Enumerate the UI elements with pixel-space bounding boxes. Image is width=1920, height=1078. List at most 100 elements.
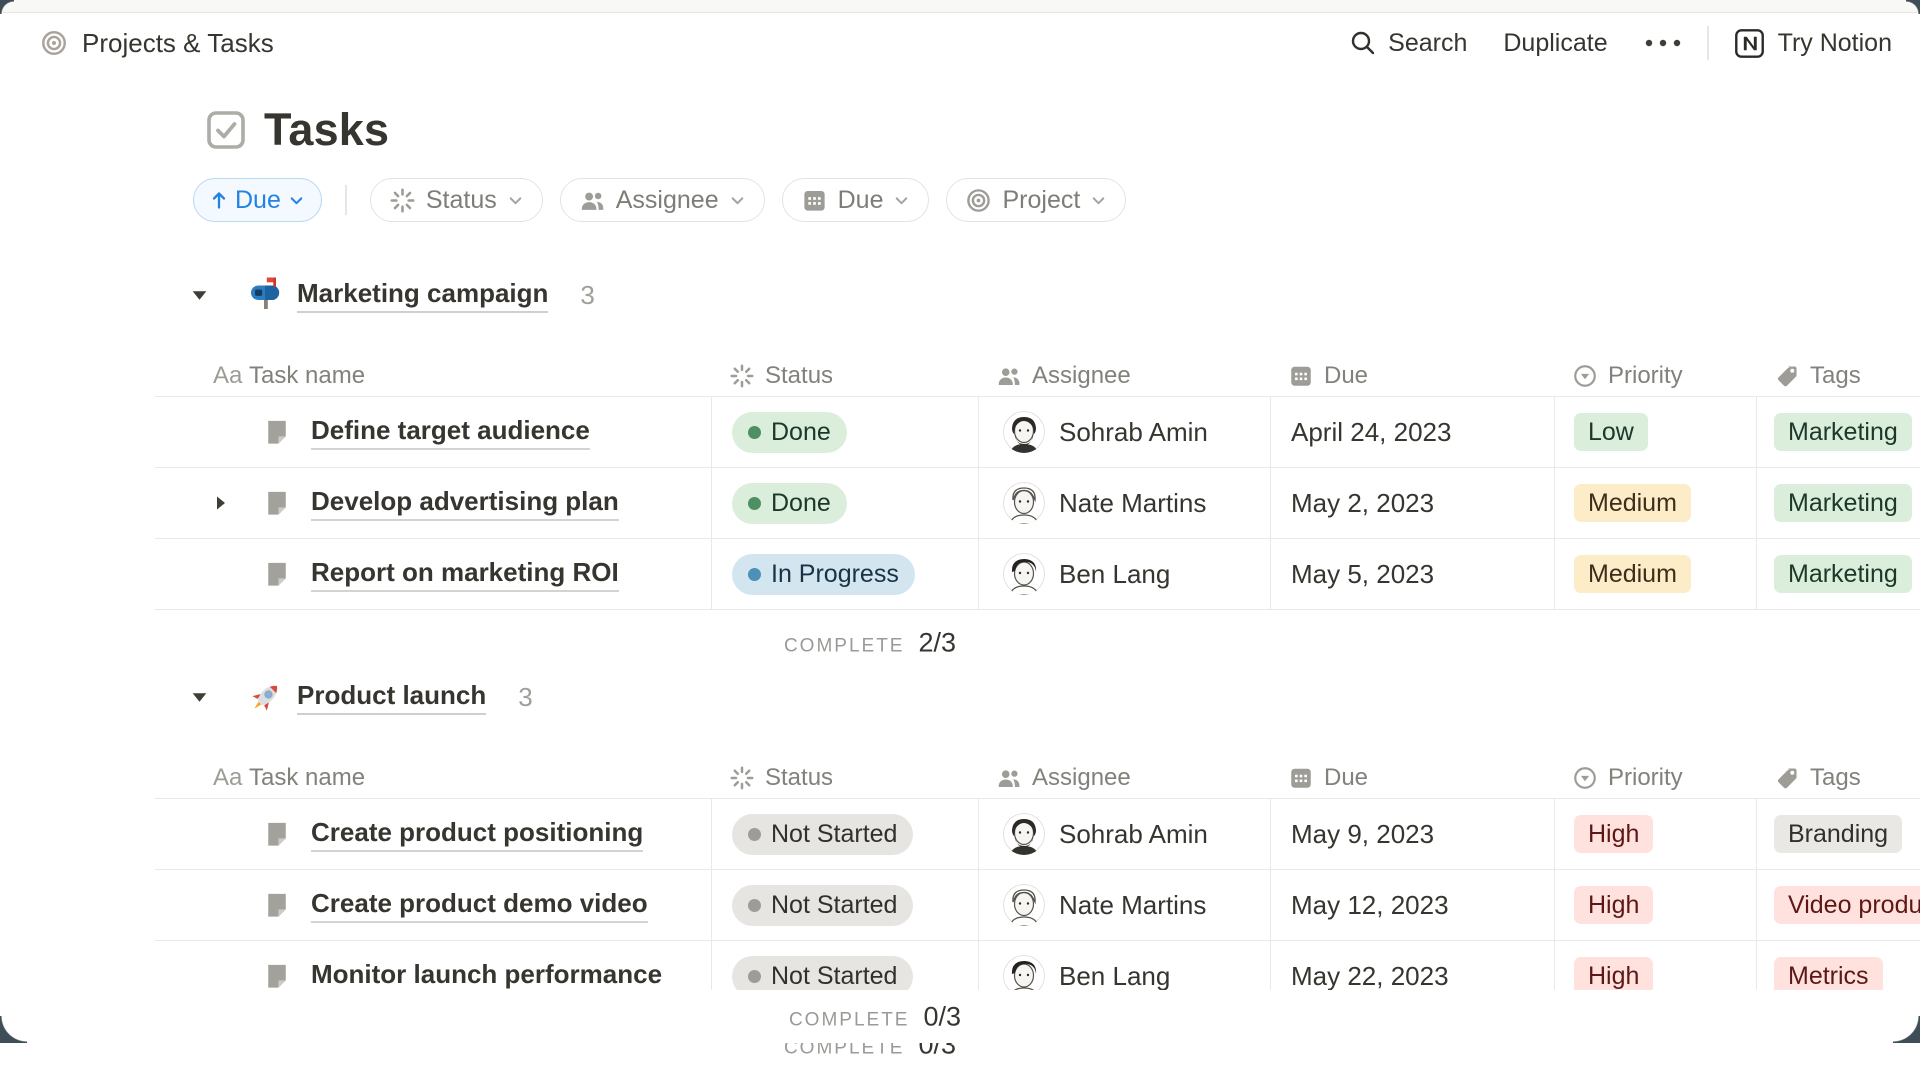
priority-pill[interactable]: High [1574, 886, 1653, 924]
task-title[interactable]: Monitor launch performance [311, 959, 662, 994]
filter-pill-assignee[interactable]: Assignee [560, 178, 765, 222]
breadcrumb[interactable]: Projects & Tasks [40, 12, 274, 74]
priority-pill[interactable]: Medium [1574, 484, 1691, 522]
due-date[interactable]: May 22, 2023 [1291, 961, 1449, 992]
status-pill[interactable]: Done [732, 483, 847, 524]
group-collapse-toggle[interactable] [189, 687, 211, 708]
due-date[interactable]: May 5, 2023 [1291, 559, 1434, 590]
column-header-priority[interactable]: Priority [1554, 757, 1756, 798]
priority-pill[interactable]: High [1574, 815, 1653, 853]
tags-cell: Branding [1756, 799, 1920, 869]
column-header-assignee[interactable]: Assignee [978, 757, 1270, 798]
task-title[interactable]: Define target audience [311, 415, 590, 450]
column-header-priority[interactable]: Priority [1554, 355, 1756, 396]
avatar [1003, 482, 1045, 524]
status-pill[interactable]: Not Started [732, 814, 913, 855]
group-title[interactable]: Product launch [297, 680, 486, 715]
priority-cell: High [1554, 870, 1756, 940]
tag-pill[interactable]: Branding [1774, 815, 1902, 853]
tag-pill[interactable]: Marketing [1774, 555, 1912, 593]
chevron-down-icon [288, 192, 305, 209]
assignee-name: Ben Lang [1059, 559, 1170, 590]
row-expand-toggle[interactable] [211, 493, 231, 513]
column-header-task-name[interactable]: Aa Task name [155, 355, 711, 396]
assignee-name: Sohrab Amin [1059, 819, 1208, 850]
assignee-cell[interactable]: Nate Martins [978, 870, 1270, 940]
status-dot-icon [748, 497, 761, 510]
complete-value: 0/3 [923, 1002, 961, 1033]
due-date[interactable]: May 9, 2023 [1291, 819, 1434, 850]
column-label: Priority [1608, 362, 1683, 390]
assignee-cell[interactable]: Sohrab Amin [978, 397, 1270, 467]
topbar-divider [1707, 26, 1709, 60]
column-header-due[interactable]: Due [1270, 355, 1554, 396]
due-date[interactable]: May 2, 2023 [1291, 488, 1434, 519]
group-collapse-toggle[interactable] [189, 285, 211, 306]
group-count: 3 [580, 280, 594, 311]
more-options-button[interactable] [1644, 38, 1682, 48]
tag-pill[interactable]: Marketing [1774, 413, 1912, 451]
column-header-task-name[interactable]: Aa Task name [155, 757, 711, 798]
status-cell: Not Started [711, 799, 978, 869]
duplicate-label: Duplicate [1503, 29, 1607, 58]
status-dot-icon [748, 426, 761, 439]
table-row[interactable]: Define target audience Done [155, 397, 1920, 468]
column-header-assignee[interactable]: Assignee [978, 355, 1270, 396]
column-header-status[interactable]: Status [711, 355, 978, 396]
status-spinner-icon [729, 765, 755, 791]
table-row[interactable]: Develop advertising plan Done [155, 468, 1920, 539]
duplicate-button[interactable]: Duplicate [1503, 29, 1607, 58]
assignee-cell[interactable]: Sohrab Amin [978, 799, 1270, 869]
task-title[interactable]: Create product positioning [311, 817, 643, 852]
tag-pill[interactable]: Marketing [1774, 484, 1912, 522]
assignee-cell[interactable]: Ben Lang [978, 539, 1270, 609]
column-label: Task name [249, 764, 365, 792]
tag-pill[interactable]: Video production [1774, 886, 1920, 924]
column-header-tags[interactable]: Tags [1756, 355, 1920, 396]
group-header: Marketing campaign 3 [155, 270, 1920, 320]
due-cell: May 12, 2023 [1270, 870, 1554, 940]
priority-cell: Medium [1554, 539, 1756, 609]
priority-cell: Low [1554, 397, 1756, 467]
status-pill[interactable]: In Progress [732, 554, 915, 595]
page-icon [263, 962, 291, 990]
filter-label: Project [1002, 186, 1080, 215]
column-header-status[interactable]: Status [711, 757, 978, 798]
try-notion-label: Try Notion [1778, 29, 1892, 58]
search-button[interactable]: Search [1349, 29, 1467, 58]
table-row[interactable]: Report on marketing ROI In Progress [155, 539, 1920, 610]
status-pill[interactable]: Not Started [732, 885, 913, 926]
assignee-name: Ben Lang [1059, 961, 1170, 992]
sort-pill-due[interactable]: Due [193, 178, 322, 222]
priority-circle-icon [1572, 363, 1598, 389]
priority-pill[interactable]: Medium [1574, 555, 1691, 593]
column-header-tags[interactable]: Tags [1756, 757, 1920, 798]
column-label: Priority [1608, 764, 1683, 792]
task-title[interactable]: Report on marketing ROI [311, 557, 619, 592]
task-title[interactable]: Create product demo video [311, 888, 648, 923]
table-row[interactable]: Create product demo video Not Started [155, 870, 1920, 941]
tag-icon [1774, 363, 1800, 389]
column-header-due[interactable]: Due [1270, 757, 1554, 798]
assignee-cell[interactable]: Nate Martins [978, 468, 1270, 538]
due-date[interactable]: April 24, 2023 [1291, 417, 1451, 448]
status-pill[interactable]: Done [732, 412, 847, 453]
due-date[interactable]: May 12, 2023 [1291, 890, 1449, 921]
due-cell: May 5, 2023 [1270, 539, 1554, 609]
try-notion-button[interactable]: Try Notion [1734, 28, 1892, 59]
avatar [1003, 553, 1045, 595]
table-row[interactable]: Create product positioning Not Started [155, 799, 1920, 870]
column-label: Due [1324, 362, 1368, 390]
assignee-name: Nate Martins [1059, 488, 1206, 519]
filter-pill-project[interactable]: Project [946, 178, 1126, 222]
page-title-row: Tasks [205, 104, 389, 156]
search-label: Search [1388, 29, 1467, 58]
task-title[interactable]: Develop advertising plan [311, 486, 619, 521]
checkbox-icon [205, 109, 247, 151]
group-title[interactable]: Marketing campaign [297, 278, 548, 313]
priority-pill[interactable]: Low [1574, 413, 1648, 451]
filter-pill-status[interactable]: Status [370, 178, 543, 222]
column-label: Assignee [1032, 362, 1131, 390]
filter-pill-due[interactable]: Due [782, 178, 930, 222]
column-label: Tags [1810, 362, 1861, 390]
